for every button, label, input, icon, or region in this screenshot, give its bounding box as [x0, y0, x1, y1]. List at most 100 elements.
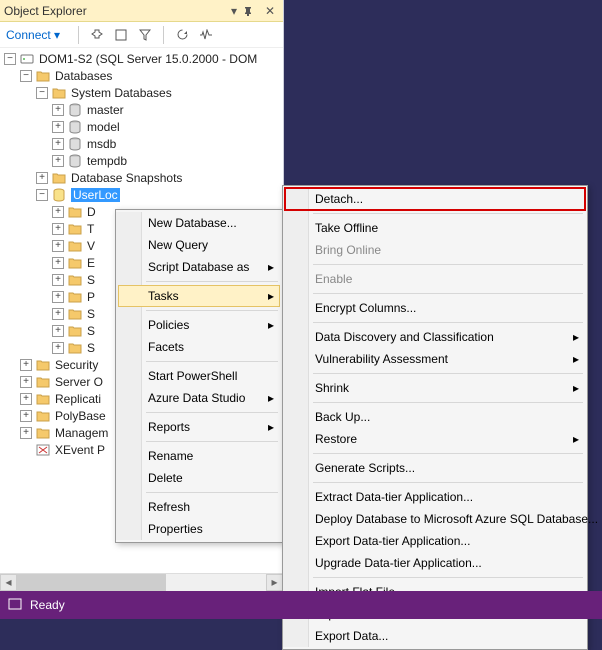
menu-policies[interactable]: Policies▸ [118, 314, 280, 336]
tree-node-tempdb[interactable]: +tempdb [4, 152, 283, 169]
expand-toggle[interactable]: + [52, 223, 64, 235]
expand-toggle [20, 444, 32, 456]
expand-toggle[interactable]: + [20, 393, 32, 405]
menu-script-database[interactable]: Script Database as▸ [118, 256, 280, 278]
disconnect-icon[interactable] [89, 27, 105, 43]
scroll-thumb[interactable] [17, 574, 166, 591]
database-icon [67, 154, 83, 168]
expand-toggle[interactable]: + [52, 155, 64, 167]
status-flag-icon[interactable] [8, 598, 22, 612]
menu-backup[interactable]: Back Up... [285, 406, 585, 428]
database-icon [67, 120, 83, 134]
expand-toggle[interactable]: + [20, 376, 32, 388]
expand-toggle[interactable]: + [52, 104, 64, 116]
tree-node-master[interactable]: +master [4, 101, 283, 118]
expand-toggle[interactable]: − [20, 70, 32, 82]
tree-node-server[interactable]: − DOM1-S2 (SQL Server 15.0.2000 - DOM [4, 50, 283, 67]
expand-toggle[interactable]: + [52, 274, 64, 286]
menu-take-offline[interactable]: Take Offline [285, 217, 585, 239]
tasks-submenu: Detach... Take Offline Bring Online Enab… [282, 185, 588, 650]
status-text: Ready [30, 598, 65, 612]
menu-separator [313, 322, 583, 323]
window-position-icon[interactable]: ▾ [225, 4, 243, 18]
menu-tasks[interactable]: Tasks▸ [118, 285, 280, 307]
refresh-icon[interactable] [174, 27, 190, 43]
folder-icon [67, 307, 83, 321]
menu-detach[interactable]: Detach... [285, 188, 585, 210]
menu-new-query[interactable]: New Query [118, 234, 280, 256]
folder-icon [67, 205, 83, 219]
menu-rename[interactable]: Rename [118, 445, 280, 467]
menu-upgrade-datatier[interactable]: Upgrade Data-tier Application... [285, 552, 585, 574]
expand-toggle[interactable]: + [52, 121, 64, 133]
expand-toggle[interactable]: + [52, 342, 64, 354]
database-context-menu: New Database... New Query Script Databas… [115, 209, 283, 543]
submenu-arrow-icon: ▸ [268, 260, 274, 274]
server-icon [19, 52, 35, 66]
expand-toggle[interactable]: + [52, 257, 64, 269]
menu-restore[interactable]: Restore▸ [285, 428, 585, 450]
expand-toggle[interactable]: − [4, 53, 16, 65]
horizontal-scrollbar[interactable]: ◂ ▸ [0, 573, 283, 590]
menu-refresh[interactable]: Refresh [118, 496, 280, 518]
expand-toggle[interactable]: + [52, 138, 64, 150]
tree-node-userdb[interactable]: −UserLoc [4, 186, 283, 203]
menu-facets[interactable]: Facets [118, 336, 280, 358]
scroll-right-icon[interactable]: ▸ [266, 574, 283, 591]
expand-toggle[interactable]: − [36, 87, 48, 99]
folder-icon [67, 222, 83, 236]
xevent-icon [35, 443, 51, 457]
menu-start-powershell[interactable]: Start PowerShell [118, 365, 280, 387]
menu-delete[interactable]: Delete [118, 467, 280, 489]
expand-toggle[interactable]: + [52, 206, 64, 218]
pin-icon[interactable] [243, 6, 261, 16]
folder-icon [51, 86, 67, 100]
scroll-track[interactable] [17, 574, 266, 591]
folder-icon [67, 290, 83, 304]
activity-icon[interactable] [198, 27, 214, 43]
menu-export-datatier[interactable]: Export Data-tier Application... [285, 530, 585, 552]
menu-separator [146, 492, 278, 493]
menu-properties[interactable]: Properties [118, 518, 280, 540]
database-icon [67, 137, 83, 151]
scroll-left-icon[interactable]: ◂ [0, 574, 17, 591]
folder-icon [67, 273, 83, 287]
separator [163, 26, 164, 44]
menu-generate-scripts[interactable]: Generate Scripts... [285, 457, 585, 479]
menu-reports[interactable]: Reports▸ [118, 416, 280, 438]
menu-separator [313, 293, 583, 294]
expand-toggle[interactable]: + [52, 325, 64, 337]
expand-toggle[interactable]: + [52, 308, 64, 320]
expand-toggle[interactable]: + [52, 291, 64, 303]
folder-icon [67, 239, 83, 253]
expand-toggle[interactable]: + [52, 240, 64, 252]
stop-icon[interactable] [113, 27, 129, 43]
menu-azure-data-studio[interactable]: Azure Data Studio▸ [118, 387, 280, 409]
menu-shrink[interactable]: Shrink▸ [285, 377, 585, 399]
menu-export-data[interactable]: Export Data... [285, 625, 585, 647]
tree-node-model[interactable]: +model [4, 118, 283, 135]
expand-toggle[interactable]: + [20, 427, 32, 439]
expand-toggle[interactable]: + [20, 359, 32, 371]
folder-icon [35, 375, 51, 389]
menu-deploy-azure[interactable]: Deploy Database to Microsoft Azure SQL D… [285, 508, 585, 530]
tree-node-databases[interactable]: − Databases [4, 67, 283, 84]
menu-vulnerability-assessment[interactable]: Vulnerability Assessment▸ [285, 348, 585, 370]
menu-data-discovery[interactable]: Data Discovery and Classification▸ [285, 326, 585, 348]
tree-node-sysdb[interactable]: − System Databases [4, 84, 283, 101]
menu-extract-datatier[interactable]: Extract Data-tier Application... [285, 486, 585, 508]
menu-separator [313, 264, 583, 265]
database-icon [51, 188, 67, 202]
expand-toggle[interactable]: + [36, 172, 48, 184]
tree-node-msdb[interactable]: +msdb [4, 135, 283, 152]
close-icon[interactable]: ✕ [261, 4, 279, 18]
menu-separator [313, 402, 583, 403]
connect-dropdown[interactable]: Connect ▾ [6, 28, 68, 42]
menu-separator [146, 310, 278, 311]
menu-new-database[interactable]: New Database... [118, 212, 280, 234]
menu-encrypt-columns[interactable]: Encrypt Columns... [285, 297, 585, 319]
expand-toggle[interactable]: − [36, 189, 48, 201]
tree-node-snapshots[interactable]: +Database Snapshots [4, 169, 283, 186]
filter-icon[interactable] [137, 27, 153, 43]
expand-toggle[interactable]: + [20, 410, 32, 422]
